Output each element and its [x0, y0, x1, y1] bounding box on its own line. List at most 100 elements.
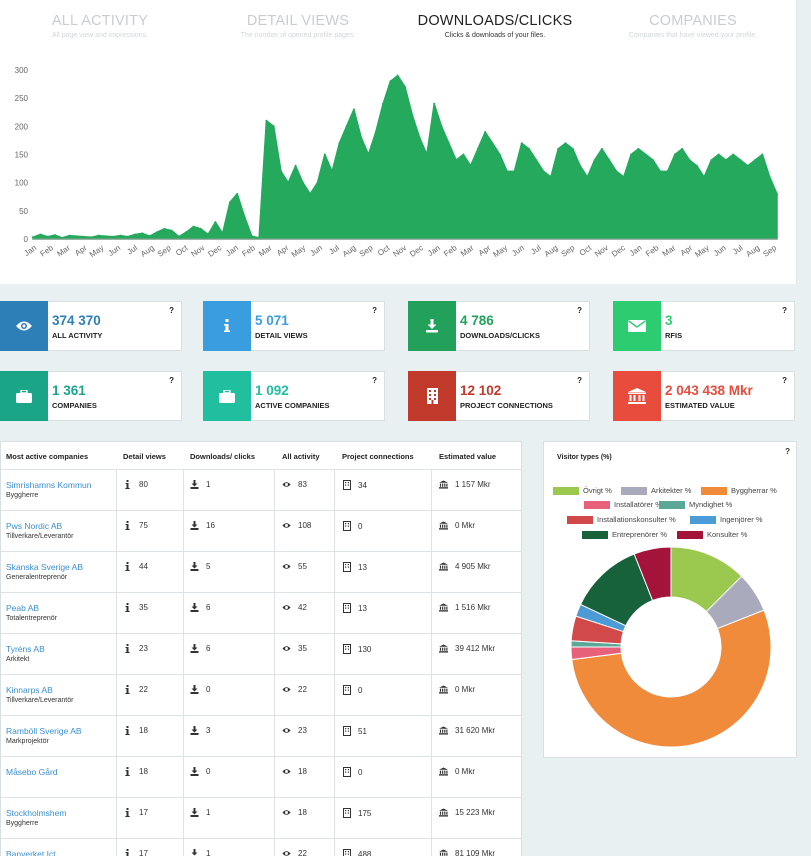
stat-label: DOWNLOADS/CLICKS [460, 331, 540, 340]
building-icon [342, 767, 351, 777]
column-divider [116, 716, 117, 757]
data-point [447, 142, 450, 145]
building-icon [342, 808, 351, 818]
help-icon[interactable]: ? [577, 376, 582, 385]
x-tick-label: Jul [731, 243, 745, 256]
data-point [360, 136, 363, 139]
data-point [433, 102, 436, 105]
x-tick-label: Aug [745, 243, 762, 259]
company-name-link[interactable]: Stockholmshem [6, 808, 66, 818]
y-tick-label: 150 [15, 151, 29, 160]
building-icon [342, 480, 351, 490]
visitor-types-panel: ? Visitor types (%) Övrigt % Arkitekter %… [543, 441, 797, 758]
y-tick-label: 100 [15, 179, 29, 188]
column-divider [116, 757, 117, 798]
data-point [579, 164, 582, 167]
projects-cell: 0 [342, 521, 362, 531]
data-point [462, 153, 465, 156]
detail-views-cell: 23 [123, 644, 148, 653]
x-tick-label: Feb [240, 243, 257, 259]
projects-value: 13 [358, 603, 367, 613]
company-name-link[interactable]: Måsebo Gård [6, 767, 58, 777]
column-divider [274, 757, 275, 798]
x-tick-label: Oct [174, 243, 190, 258]
detail-views-cell: 44 [123, 562, 148, 571]
tab-subtitle: All page view and impressions. [51, 32, 149, 39]
stat-card-all-activity[interactable]: 374 370 ALL ACTIVITY ? [0, 301, 182, 351]
tab-detail-views[interactable]: DETAIL VIEWS The number of opened profil… [198, 13, 398, 39]
help-icon[interactable]: ? [782, 376, 787, 385]
activity-cell: 22 [282, 685, 307, 694]
tab-all-activity[interactable]: ALL ACTIVITY All page view and impressio… [0, 13, 200, 39]
x-tick-label: Oct [376, 243, 392, 258]
company-name-link[interactable]: Skanska Sverige AB [6, 562, 83, 572]
detail-views-value: 44 [139, 562, 148, 571]
downloads-value: 5 [206, 562, 211, 571]
column-divider [183, 593, 184, 634]
company-name-link[interactable]: Ramböll Sverige AB [6, 726, 82, 736]
data-point [170, 229, 173, 232]
data-point [228, 201, 231, 204]
download-icon [190, 480, 199, 489]
x-tick-label: May [492, 243, 510, 259]
projects-value: 130 [358, 644, 372, 654]
building-icon [342, 726, 351, 736]
help-icon[interactable]: ? [372, 376, 377, 385]
tab-title: COMPANIES [649, 13, 737, 29]
stat-card-project-connections[interactable]: 12 102 PROJECT CONNECTIONS ? [408, 371, 590, 421]
x-tick-label: Mar [257, 243, 274, 258]
stat-card-estimated-value[interactable]: 2 043 438 Mkr ESTIMATED VALUE ? [613, 371, 795, 421]
downloads-value: 6 [206, 603, 211, 612]
tab-subtitle: Companies that have viewed your profile. [628, 32, 758, 39]
tab-downloads-clicks[interactable]: DOWNLOADS/CLICKS Clicks & downloads of y… [395, 13, 595, 39]
download-icon [190, 644, 199, 653]
company-name-link[interactable]: Kinnarps AB [6, 685, 53, 695]
y-tick-label: 200 [15, 122, 29, 131]
col-header-company: Most active companies [6, 452, 89, 461]
company-name-link[interactable]: Tyréns AB [6, 644, 45, 654]
stat-card-rfis[interactable]: 3 RFIS ? [613, 301, 795, 351]
stat-value: 1 361 [52, 383, 86, 398]
company-name-link[interactable]: Pws Nordic AB [6, 521, 62, 531]
company-name-link[interactable]: Banverket Ict [6, 849, 56, 856]
value-cell: 1 516 Mkr [439, 603, 491, 612]
projects-value: 0 [358, 767, 363, 777]
projects-cell: 175 [342, 808, 371, 818]
tab-title: DOWNLOADS/CLICKS [417, 13, 573, 29]
data-point [126, 235, 129, 238]
stat-card-detail-views[interactable]: 5 071 DETAIL VIEWS ? [203, 301, 385, 351]
help-icon[interactable]: ? [577, 306, 582, 315]
data-point [666, 170, 669, 173]
data-point [637, 147, 640, 150]
downloads-cell: 1 [190, 849, 210, 856]
help-icon[interactable]: ? [169, 376, 174, 385]
table-row: Måsebo Gård 18 0 18 0 0 Mkr [1, 756, 521, 798]
downloads-cell: 6 [190, 603, 210, 612]
tab-companies[interactable]: COMPANIES Companies that have viewed you… [593, 13, 793, 39]
column-divider [334, 757, 335, 798]
col-header-detail-views: Detail views [123, 452, 166, 461]
company-type: Generalentreprenör [6, 574, 68, 581]
stat-card-active-companies[interactable]: 1 092 ACTIVE COMPANIES ? [203, 371, 385, 421]
data-point [192, 225, 195, 228]
col-header-estimated-value: Estimated value [439, 452, 497, 461]
eye-icon [282, 850, 291, 856]
help-icon[interactable]: ? [372, 306, 377, 315]
help-icon[interactable]: ? [169, 306, 174, 315]
stat-card-companies[interactable]: 1 361 COMPANIES ? [0, 371, 182, 421]
data-point [703, 176, 706, 178]
briefcase-icon [0, 371, 48, 421]
help-icon[interactable]: ? [782, 306, 787, 315]
company-name-link[interactable]: Peab AB [6, 603, 39, 613]
company-type: Tillverkare/Leverantör [6, 697, 74, 704]
stat-card-downloads-clicks[interactable]: 4 786 DOWNLOADS/CLICKS ? [408, 301, 590, 351]
x-tick-label: Jul [327, 243, 341, 256]
data-point [207, 233, 210, 236]
tab-title: ALL ACTIVITY [51, 13, 149, 29]
column-divider [274, 798, 275, 839]
x-tick-label: Mar [55, 243, 72, 258]
data-point [316, 181, 319, 184]
data-point [243, 215, 246, 218]
activity-value: 22 [298, 849, 307, 856]
company-name-link[interactable]: Simrishamns Kommun [6, 480, 92, 490]
